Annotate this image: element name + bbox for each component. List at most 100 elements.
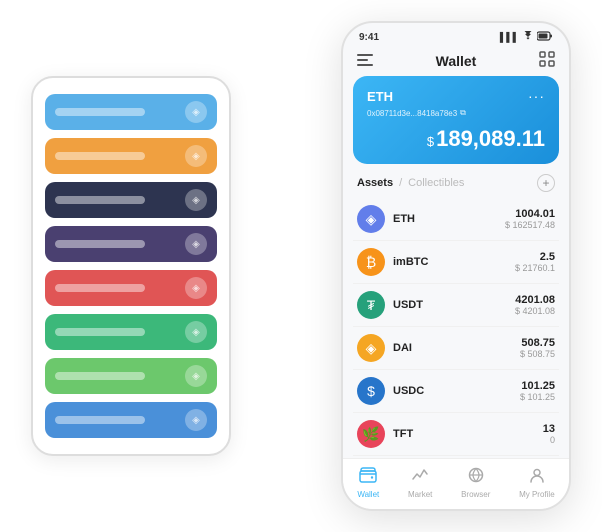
tab-assets[interactable]: Assets (357, 177, 393, 189)
eth-card-menu[interactable]: ··· (528, 88, 545, 104)
asset-item[interactable]: ₮ USDT 4201.08$ 4201.08 (353, 284, 559, 327)
eth-card: ETH ··· 0x08711d3e...8418a78e3 ⧉ $189,08… (353, 76, 559, 164)
stack-card: ◈ (45, 314, 217, 350)
stack-card: ◈ (45, 270, 217, 306)
asset-usd: $ 4201.08 (515, 306, 555, 316)
phone-frame: 9:41 ▌▌▌ Wallet ETH (341, 21, 571, 511)
bottom-nav-icon-wallet (359, 467, 377, 488)
asset-item[interactable]: $ USDC 101.25$ 101.25 (353, 370, 559, 413)
asset-item[interactable]: ₿ imBTC 2.5$ 21760.1 (353, 241, 559, 284)
expand-icon[interactable] (539, 51, 555, 70)
asset-right: 101.25$ 101.25 (520, 380, 555, 402)
bottom-nav: Wallet Market Browser My Profile (343, 458, 569, 509)
asset-left: ₮ USDT (357, 291, 423, 319)
asset-right: 508.75$ 508.75 (520, 337, 555, 359)
bottom-nav-my-profile[interactable]: My Profile (519, 467, 555, 499)
asset-icon-dai: ◈ (357, 334, 385, 362)
bottom-nav-label-market: Market (408, 490, 432, 499)
nav-bar: Wallet (343, 45, 569, 76)
stack-card-icon: ◈ (185, 277, 207, 299)
stack-card-icon: ◈ (185, 145, 207, 167)
asset-item[interactable]: 🌿TFT 130 (353, 413, 559, 456)
asset-right: 2.5$ 21760.1 (515, 251, 555, 273)
stack-card: ◈ (45, 402, 217, 438)
asset-amount: 2.5 (515, 251, 555, 263)
asset-item[interactable]: ◈ ETH 1004.01$ 162517.48 (353, 198, 559, 241)
asset-left: ₿ imBTC (357, 248, 428, 276)
asset-amount: 101.25 (520, 380, 555, 392)
asset-name: USDT (393, 299, 423, 311)
asset-usd: $ 162517.48 (505, 220, 555, 230)
stack-card: ◈ (45, 226, 217, 262)
asset-icon-imbtc: ₿ (357, 248, 385, 276)
stack-card: ◈ (45, 358, 217, 394)
asset-list: ◈ ETH 1004.01$ 162517.48 ₿ imBTC 2.5$ 21760.1… (343, 198, 569, 458)
tab-separator: / (399, 177, 402, 189)
bottom-nav-icon-market (411, 467, 429, 488)
stack-card-label (55, 196, 145, 204)
stack-card-label (55, 284, 145, 292)
asset-left: $ USDC (357, 377, 424, 405)
stack-card-label (55, 108, 145, 116)
asset-usd: $ 21760.1 (515, 263, 555, 273)
bottom-nav-market[interactable]: Market (408, 467, 432, 499)
battery-icon (537, 31, 553, 43)
eth-card-address: 0x08711d3e...8418a78e3 ⧉ (367, 108, 545, 118)
asset-amount: 4201.08 (515, 294, 555, 306)
stack-card-label (55, 240, 145, 248)
tab-collectibles[interactable]: Collectibles (408, 177, 464, 189)
stack-card: ◈ (45, 182, 217, 218)
bottom-nav-browser[interactable]: Browser (461, 467, 490, 499)
stack-card-icon: ◈ (185, 101, 207, 123)
asset-usd: $ 101.25 (520, 392, 555, 402)
stack-card-label (55, 372, 145, 380)
asset-icon-tft: 🌿 (357, 420, 385, 448)
bottom-nav-label-my-profile: My Profile (519, 490, 555, 499)
asset-usd: $ 508.75 (520, 349, 555, 359)
card-stack: ◈ ◈ ◈ ◈ ◈ ◈ ◈ ◈ (31, 76, 231, 456)
status-bar: 9:41 ▌▌▌ (343, 23, 569, 45)
wifi-icon (522, 31, 534, 43)
asset-right: 4201.08$ 4201.08 (515, 294, 555, 316)
menu-icon[interactable] (357, 53, 373, 69)
stack-card-label (55, 328, 145, 336)
bottom-nav-wallet[interactable]: Wallet (357, 467, 379, 499)
asset-item[interactable]: ◈ DAI 508.75$ 508.75 (353, 327, 559, 370)
stack-card-label (55, 416, 145, 424)
asset-right: 130 (543, 423, 555, 445)
asset-name: ETH (393, 213, 415, 225)
page-title: Wallet (436, 53, 477, 69)
stack-card-icon: ◈ (185, 233, 207, 255)
eth-card-balance: $189,089.11 (367, 126, 545, 152)
bottom-nav-label-wallet: Wallet (357, 490, 379, 499)
bottom-nav-icon-my-profile (528, 467, 546, 488)
asset-icon-usdt: ₮ (357, 291, 385, 319)
asset-icon-eth: ◈ (357, 205, 385, 233)
scene: ◈ ◈ ◈ ◈ ◈ ◈ ◈ ◈ 9:41 ▌▌▌ Wallet (11, 11, 591, 521)
stack-card-label (55, 152, 145, 160)
eth-card-header: ETH ··· (367, 88, 545, 104)
asset-left: 🌿TFT (357, 420, 413, 448)
assets-tabs: Assets / Collectibles (357, 177, 464, 189)
asset-amount: 13 (543, 423, 555, 435)
copy-icon[interactable]: ⧉ (460, 108, 466, 118)
asset-icon-usdc: $ (357, 377, 385, 405)
stack-card: ◈ (45, 138, 217, 174)
asset-right: 1004.01$ 162517.48 (505, 208, 555, 230)
status-icons: ▌▌▌ (500, 31, 553, 43)
stack-card-icon: ◈ (185, 321, 207, 343)
stack-card-icon: ◈ (185, 365, 207, 387)
asset-name: DAI (393, 342, 412, 354)
bottom-nav-label-browser: Browser (461, 490, 490, 499)
asset-amount: 1004.01 (505, 208, 555, 220)
stack-card-icon: ◈ (185, 409, 207, 431)
bottom-nav-icon-browser (467, 467, 485, 488)
asset-amount: 508.75 (520, 337, 555, 349)
asset-name: imBTC (393, 256, 428, 268)
signal-icon: ▌▌▌ (500, 32, 519, 42)
asset-left: ◈ DAI (357, 334, 412, 362)
add-asset-button[interactable]: + (537, 174, 555, 192)
asset-name: USDC (393, 385, 424, 397)
eth-card-name: ETH (367, 89, 393, 104)
assets-header: Assets / Collectibles + (343, 164, 569, 198)
